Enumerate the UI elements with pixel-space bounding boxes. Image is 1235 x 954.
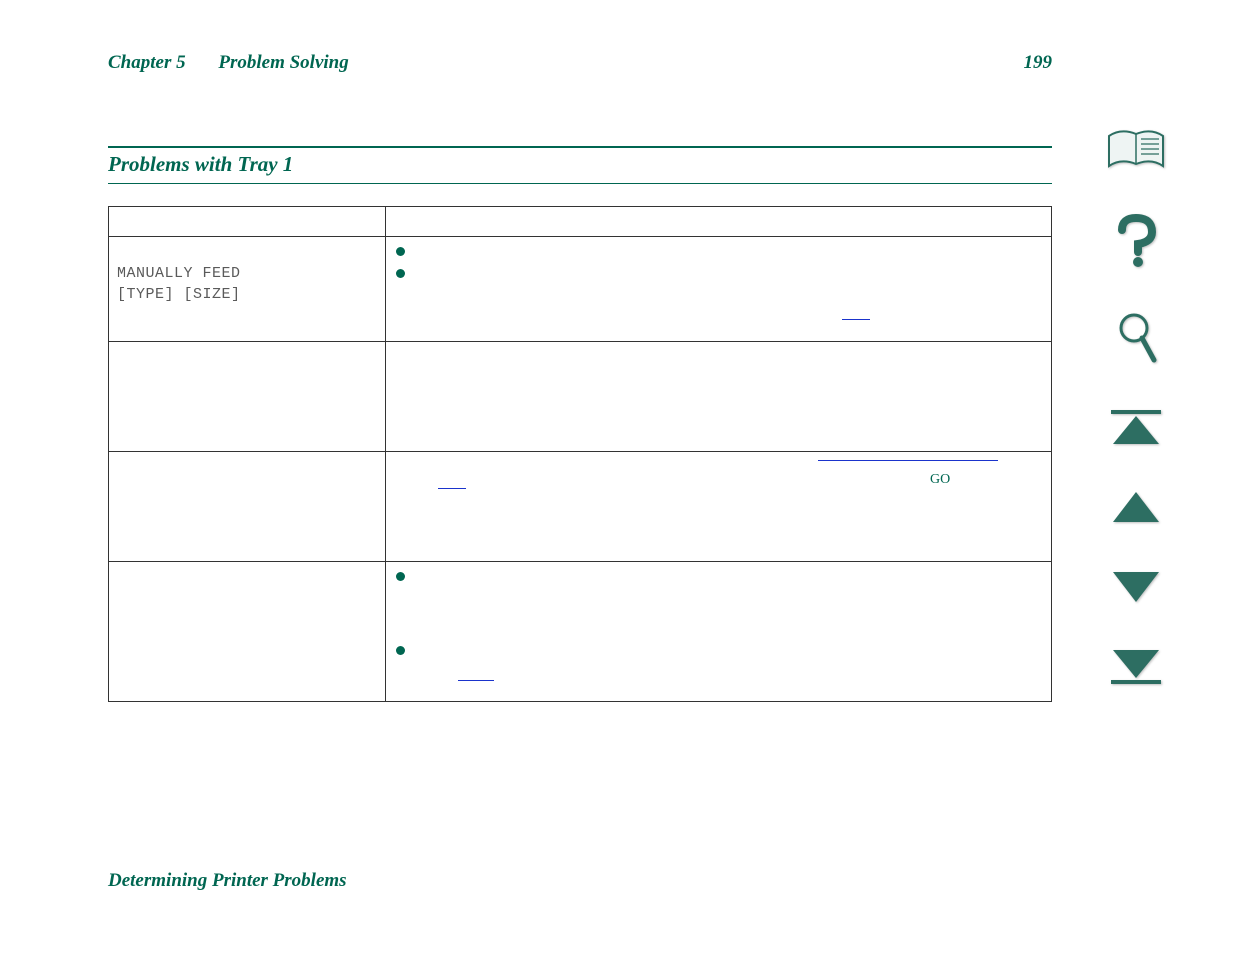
header-left: Chapter 5 Problem Solving [108,52,349,74]
page-link[interactable] [438,488,466,489]
table-header-right [386,207,1052,237]
page-number: 199 [1024,52,1053,74]
bullet-item [394,568,1043,586]
sidebar-nav [1101,128,1171,686]
solution-cell [386,562,1052,702]
problem-cell [109,452,386,562]
contents-icon[interactable] [1105,128,1167,172]
problem-cell [109,342,386,452]
table-row [109,562,1052,702]
table-header-left [109,207,386,237]
solution-cell: GO [386,452,1052,562]
page-link[interactable] [458,680,494,681]
section-rule-bottom [108,183,1052,184]
solution-cell [386,342,1052,452]
table-row: MANUALLY FEED [TYPE] [SIZE] [109,237,1052,342]
problem-cell [109,562,386,702]
printer-message: MANUALLY FEED [TYPE] [SIZE] [117,263,377,305]
solution-cell [386,237,1052,342]
section-title: Problems with Tray 1 [108,148,1052,183]
table-row [109,342,1052,452]
page-link[interactable] [842,319,870,320]
table-row: GO [109,452,1052,562]
search-icon[interactable] [1112,310,1160,366]
previous-page-icon[interactable] [1107,490,1165,526]
chapter-title: Problem Solving [218,52,348,73]
next-page-icon[interactable] [1107,568,1165,604]
last-page-icon[interactable] [1107,646,1165,686]
page-content: Chapter 5 Problem Solving 199 Problems w… [108,52,1052,702]
help-icon[interactable] [1112,214,1160,268]
page-header: Chapter 5 Problem Solving 199 [108,52,1052,74]
first-page-icon[interactable] [1107,408,1165,448]
footer-section-title: Determining Printer Problems [108,870,347,892]
table-header-row [109,207,1052,237]
go-key-label: GO [930,472,950,488]
bullet-item [394,265,1043,283]
problem-cell: MANUALLY FEED [TYPE] [SIZE] [109,237,386,342]
page-link[interactable] [818,460,998,461]
chapter-label: Chapter 5 [108,52,186,73]
problems-table: MANUALLY FEED [TYPE] [SIZE] GO [108,206,1052,702]
bullet-item [394,243,1043,261]
bullet-item [394,642,1043,660]
